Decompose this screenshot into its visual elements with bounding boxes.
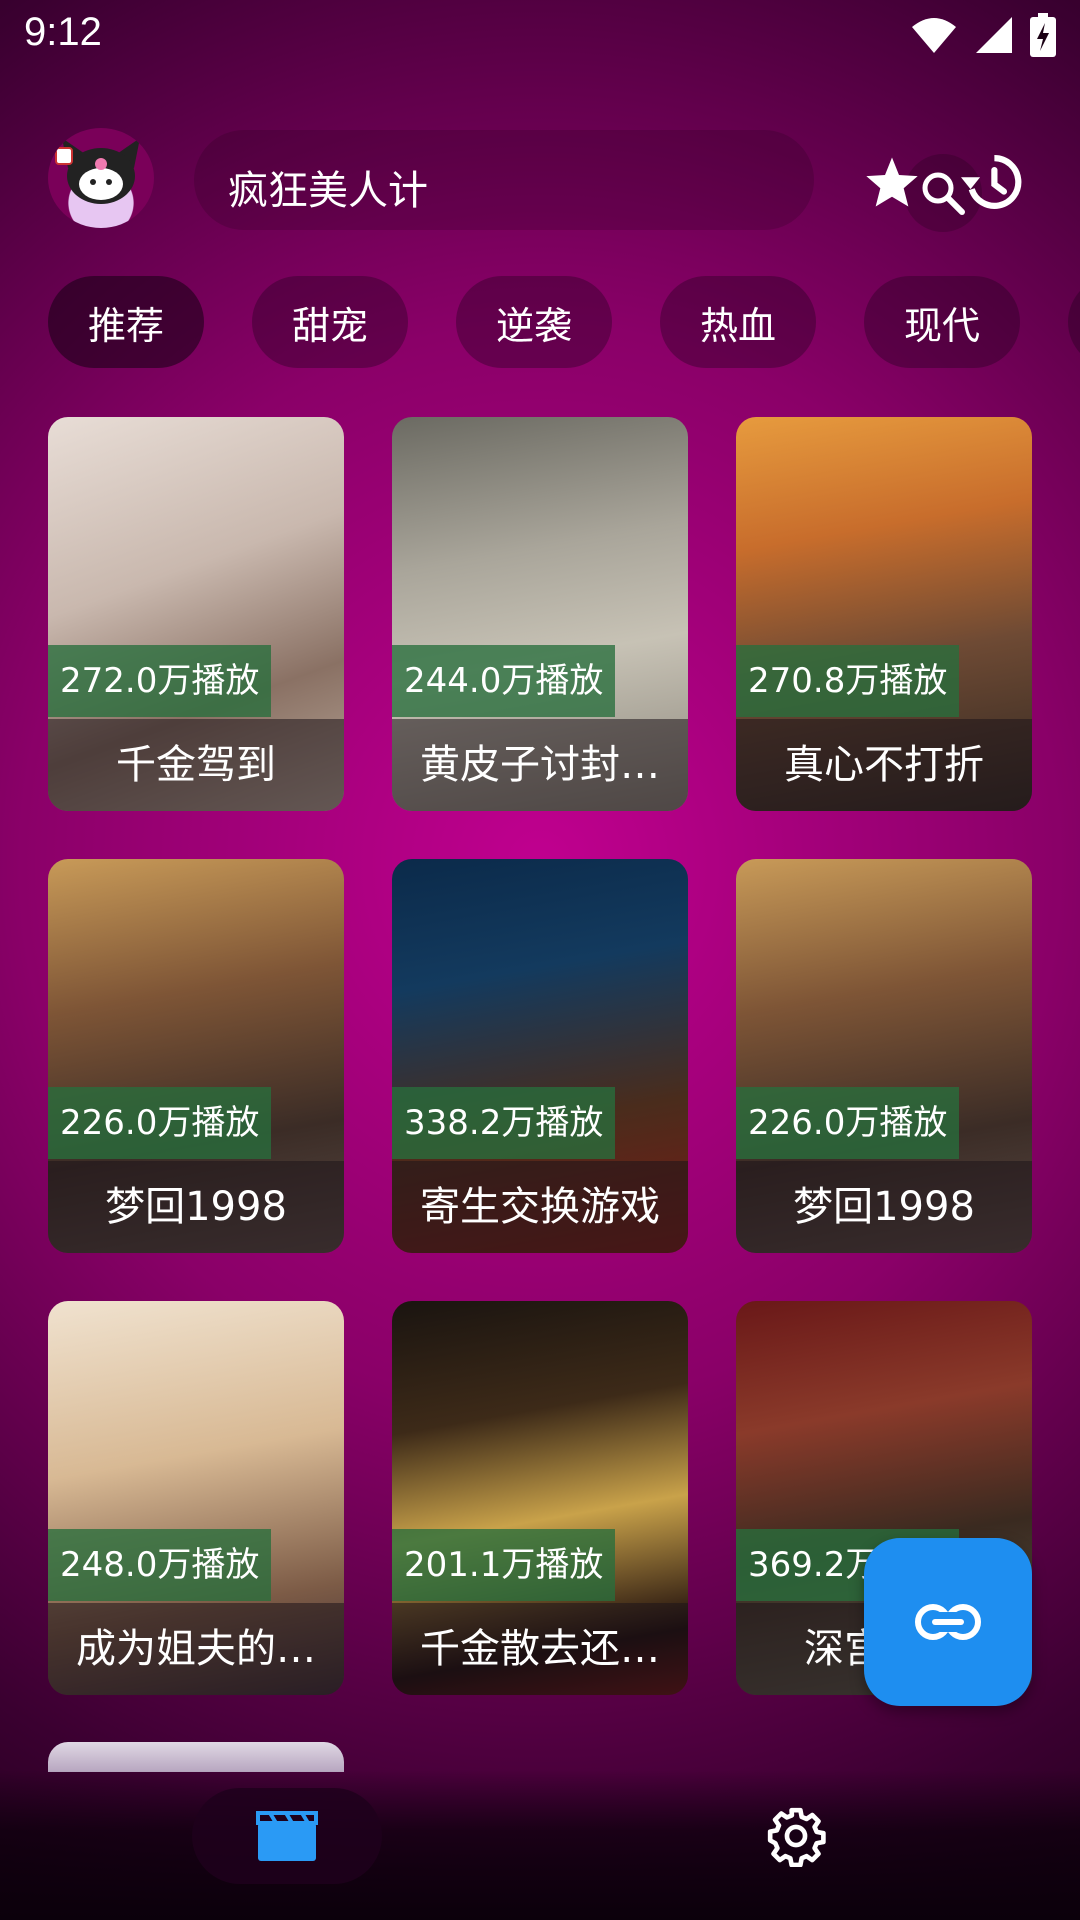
status-bar: 9:12 <box>0 0 1080 72</box>
drama-title: 梦回1998 <box>736 1161 1032 1253</box>
avatar[interactable] <box>48 128 154 228</box>
signal-icon <box>976 17 1012 53</box>
star-icon <box>866 157 918 207</box>
search-box[interactable]: 疯狂美人计 <box>194 130 982 232</box>
nav-videos-button[interactable] <box>192 1788 382 1884</box>
play-count: 272.0万播放 <box>48 645 272 717</box>
nav-settings-button[interactable] <box>752 1792 840 1880</box>
history-button[interactable] <box>952 142 1032 222</box>
settings-icon <box>767 1807 826 1867</box>
drama-title: 千金散去还… <box>392 1603 688 1695</box>
drama-card[interactable]: 226.0万播放 梦回1998 <box>736 859 1032 1253</box>
play-count: 226.0万播放 <box>48 1087 272 1159</box>
play-count: 244.0万播放 <box>392 645 616 717</box>
tab-modern[interactable]: 现代 <box>864 276 1020 368</box>
battery-icon <box>1030 13 1056 57</box>
favorites-button[interactable] <box>852 142 932 222</box>
drama-title: 成为姐夫的… <box>48 1603 344 1695</box>
play-count: 201.1万播放 <box>392 1529 616 1601</box>
drama-title: 真心不打折 <box>736 719 1032 811</box>
drama-card-partial[interactable] <box>48 1742 344 1772</box>
drama-card[interactable]: 244.0万播放 黄皮子讨封… <box>392 417 688 811</box>
search-input[interactable]: 疯狂美人计 <box>228 158 428 216</box>
play-count: 226.0万播放 <box>736 1087 960 1159</box>
tab-sweet[interactable]: 甜宠 <box>252 276 408 368</box>
wifi-icon <box>912 18 956 53</box>
tab-comeback[interactable]: 逆袭 <box>456 276 612 368</box>
tab-more[interactable] <box>1068 276 1080 368</box>
status-time: 9:12 <box>24 10 102 54</box>
bottom-navigation <box>0 1770 1080 1920</box>
drama-card[interactable]: 270.8万播放 真心不打折 <box>736 417 1032 811</box>
drama-title: 寄生交换游戏 <box>392 1161 688 1253</box>
drama-card[interactable]: 338.2万播放 寄生交换游戏 <box>392 859 688 1253</box>
tab-recommend[interactable]: 推荐 <box>48 276 204 368</box>
tab-action[interactable]: 热血 <box>660 276 816 368</box>
app-header: 疯狂美人计 <box>0 120 1080 232</box>
video-icon <box>256 1811 318 1861</box>
category-tabs: 推荐 甜宠 逆袭 热血 现代 <box>48 276 1080 370</box>
kuromi-avatar-icon <box>55 138 140 204</box>
drama-card[interactable]: 226.0万播放 梦回1998 <box>48 859 344 1253</box>
play-count: 248.0万播放 <box>48 1529 272 1601</box>
play-count: 338.2万播放 <box>392 1087 616 1159</box>
link-icon <box>915 1604 981 1640</box>
drama-title: 黄皮子讨封… <box>392 719 688 811</box>
drama-card[interactable]: 272.0万播放 千金驾到 <box>48 417 344 811</box>
drama-card[interactable]: 248.0万播放 成为姐夫的… <box>48 1301 344 1695</box>
drama-title: 千金驾到 <box>48 719 344 811</box>
drama-card[interactable]: 201.1万播放 千金散去还… <box>392 1301 688 1695</box>
status-icons <box>910 12 1056 58</box>
link-fab-button[interactable] <box>864 1538 1032 1706</box>
history-icon <box>961 155 1022 209</box>
drama-title: 梦回1998 <box>48 1161 344 1253</box>
play-count: 270.8万播放 <box>736 645 960 717</box>
